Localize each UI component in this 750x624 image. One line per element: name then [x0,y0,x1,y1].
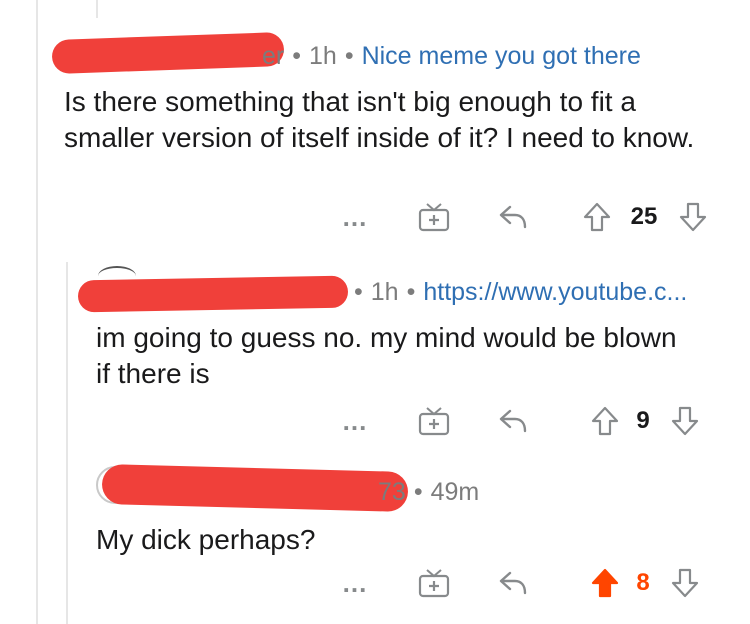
comment-body: Is there something that isn't big enough… [64,86,695,153]
separator-dot: • [413,478,423,506]
thread-line [96,0,98,18]
redaction-mark [77,275,349,313]
vote-score: 25 [630,203,658,230]
more-options-button[interactable]: ... [338,404,372,438]
award-gift-icon [418,569,450,598]
comment-body: My dick perhaps? [96,524,316,555]
upvote-arrow-icon [591,568,619,598]
reply-arrow-icon [499,571,527,595]
award-gift-icon [418,203,450,232]
more-options-button[interactable]: ... [338,566,372,600]
reply-button[interactable] [496,404,530,438]
thread-line [66,262,68,624]
comment-meta: 73 • 49m [378,478,479,507]
comment-age: 49m [430,478,480,506]
separator-dot: • [406,278,416,306]
downvote-button[interactable] [676,200,710,234]
award-button[interactable] [416,200,452,234]
separator-dot: • [354,278,363,306]
upvote-button[interactable] [580,200,614,234]
comment-meta: • 1h • https://www.youtube.c... [346,278,687,307]
reply-button[interactable] [496,200,530,234]
redaction-mark [101,464,409,512]
vote-score: 9 [636,407,650,434]
more-options-button[interactable]: ... [338,200,372,234]
award-gift-icon [418,407,450,436]
separator-dot: • [344,42,354,70]
comment-meta: er • 1h • Nice meme you got there [262,42,641,71]
award-button[interactable] [416,404,452,438]
user-flair[interactable]: Nice meme you got there [362,42,641,70]
upvote-arrow-icon [583,202,611,232]
author-name-fragment[interactable]: 73 [378,478,406,506]
reply-button[interactable] [496,566,530,600]
comment-age: 1h [309,42,337,70]
award-button[interactable] [416,566,452,600]
thread-line [36,0,38,624]
downvote-arrow-icon [679,202,707,232]
upvote-button-active[interactable] [588,566,622,600]
upvote-arrow-icon [591,406,619,436]
upvote-button[interactable] [588,404,622,438]
comment-age: 1h [370,278,399,306]
downvote-arrow-icon [671,568,699,598]
separator-dot: • [292,42,301,70]
reply-arrow-icon [499,409,527,433]
vote-score: 8 [636,569,650,596]
user-flair[interactable]: https://www.youtube.c... [423,278,687,306]
comment-body: im going to guess no. my mind would be b… [96,322,677,389]
author-name-fragment[interactable]: er [262,42,284,70]
downvote-button[interactable] [668,566,702,600]
redaction-mark [51,31,285,75]
downvote-arrow-icon [671,406,699,436]
downvote-button[interactable] [668,404,702,438]
reply-arrow-icon [499,205,527,229]
